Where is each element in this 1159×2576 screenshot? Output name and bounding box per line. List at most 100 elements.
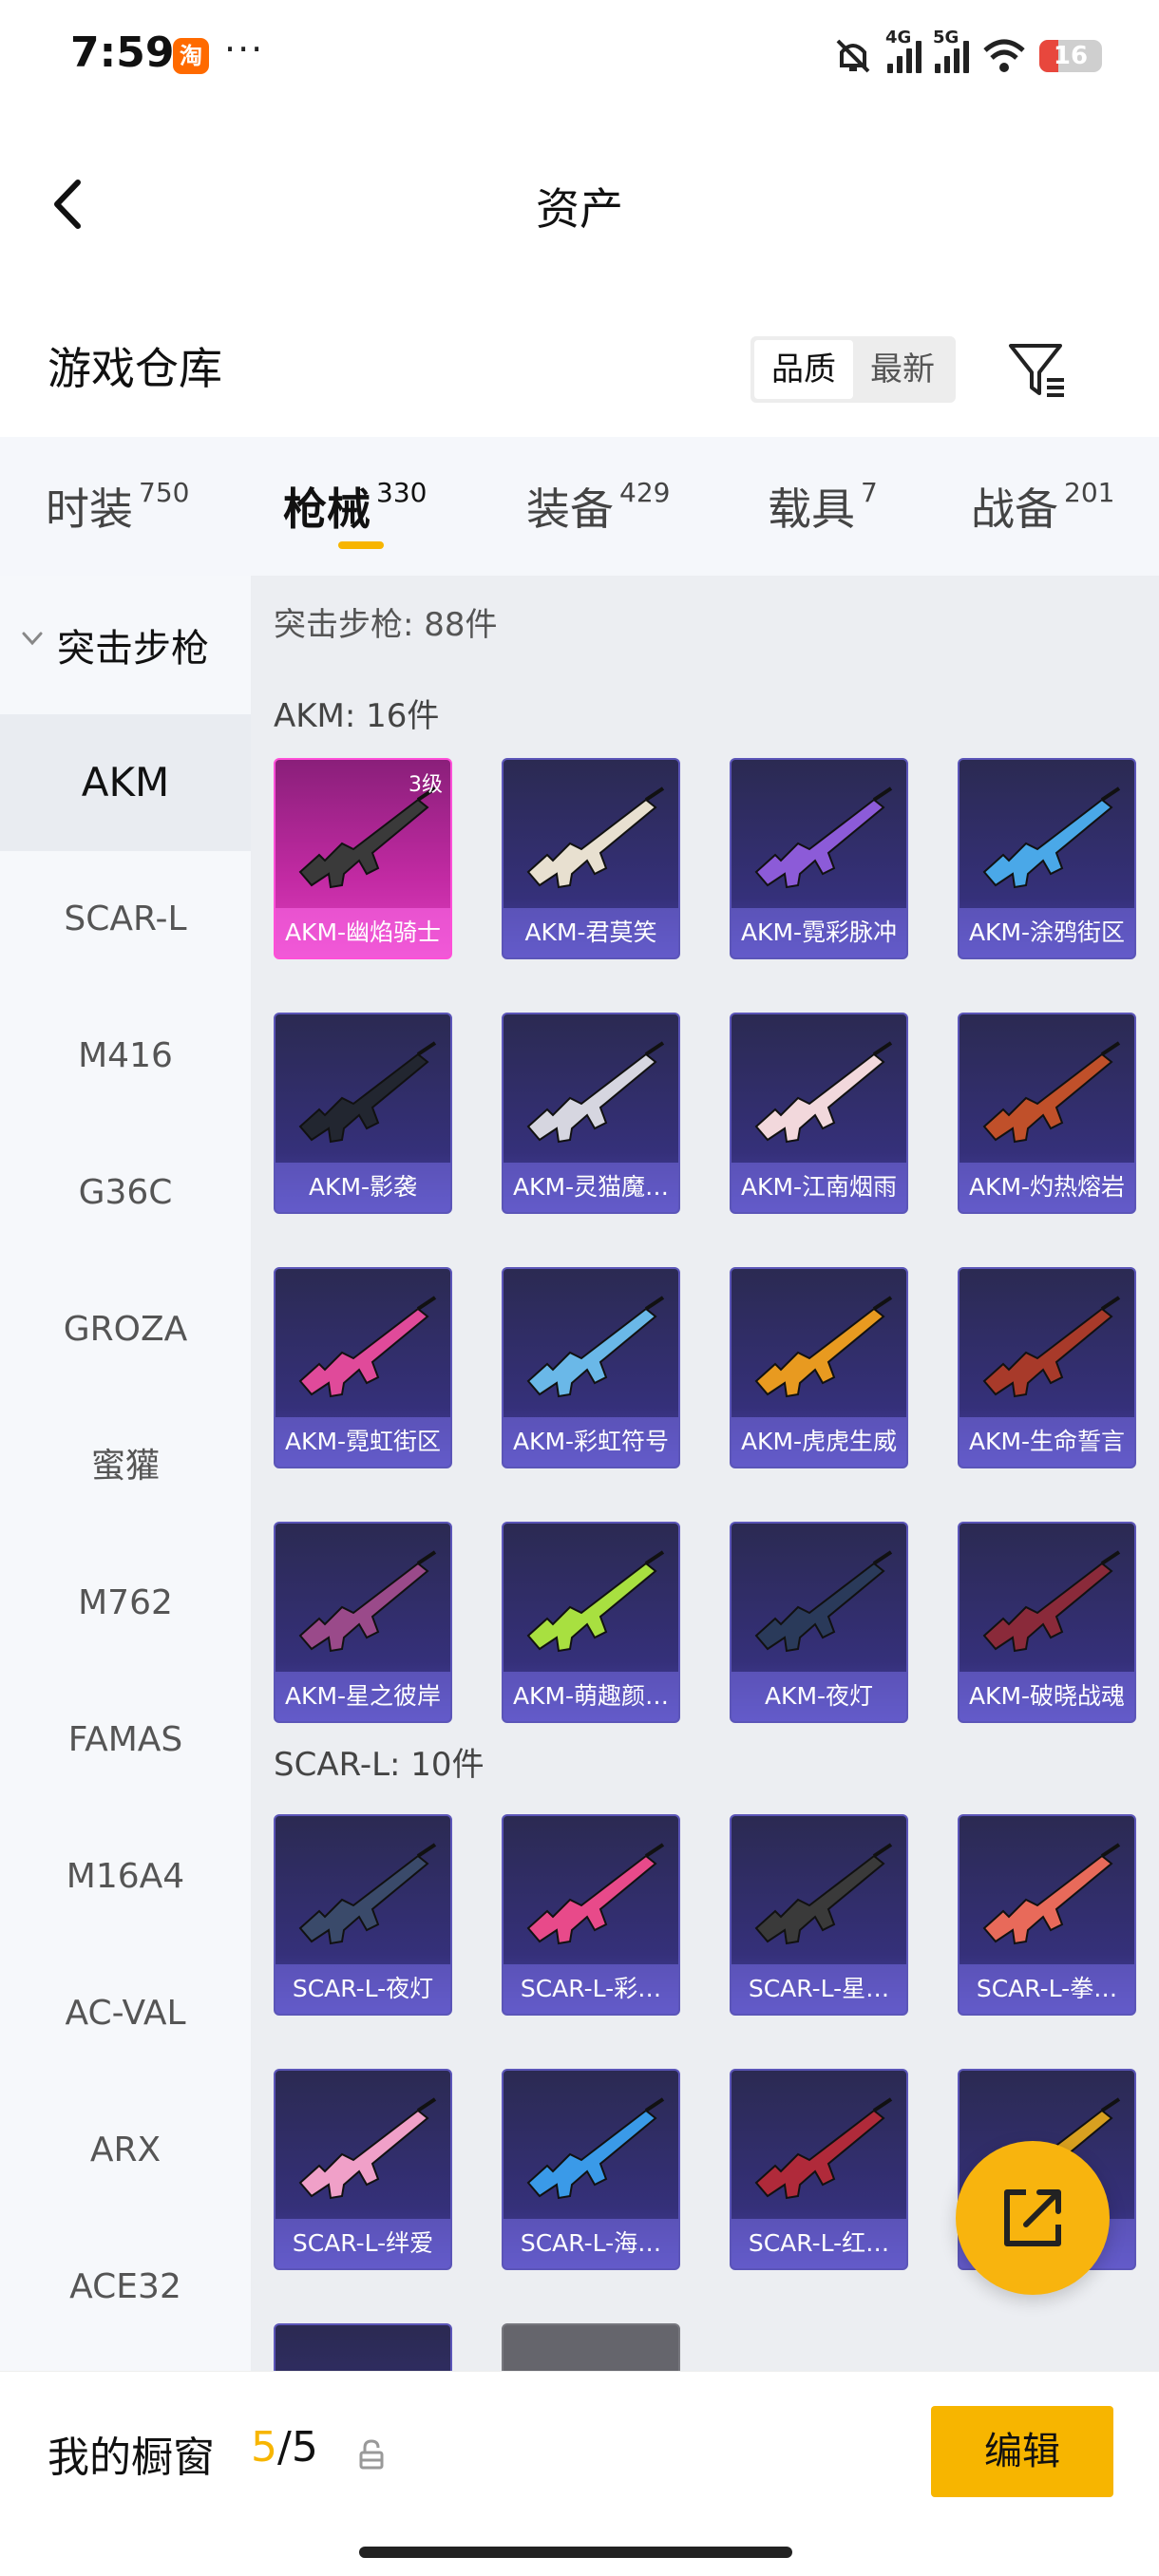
tab-firearms[interactable]: 枪械 330 [283,475,427,551]
tab-fashion[interactable]: 时装 750 [46,475,189,551]
skin-name: AKM-君莫笑 [504,908,678,957]
showcase-count: 5/5 [251,2423,318,2472]
skin-card[interactable]: SCAR-L-星… [730,1814,908,2016]
rifle-icon [754,1843,893,1945]
skin-name: SCAR-L-红… [732,2219,906,2268]
rifle-icon [526,2097,665,2200]
active-tab-indicator [338,541,384,549]
group-header: SCAR-L: 10件 [274,1746,484,1784]
skin-card[interactable]: SCAR-L-绊爱 [274,2069,452,2270]
skin-name: AKM-彩虹符号 [504,1417,678,1467]
filter-icon [1009,344,1064,397]
sort-quality-button[interactable]: 品质 [754,340,853,399]
skin-name: AKM-萌趣颜… [504,1672,678,1721]
skin-name: SCAR-L-彩… [504,1964,678,2014]
skin-card[interactable]: AKM-君莫笑 [502,758,680,959]
skin-card[interactable]: AKM-虎虎生威 [730,1267,908,1468]
sidebar-item[interactable]: ARX [0,2082,251,2219]
skin-card[interactable]: SCAR-L-海… [502,2069,680,2270]
skin-card[interactable]: 3级 AKM-幽焰骑士 [274,758,452,959]
skin-card[interactable]: AKM-夜灯 [730,1522,908,1723]
rifle-icon [298,1296,437,1398]
share-fab[interactable] [956,2141,1110,2295]
group-header: AKM: 16件 [274,697,440,735]
nav-bar: 资产 [0,142,1159,266]
rifle-icon [982,1041,1121,1144]
rifle-icon [982,1296,1121,1398]
skin-card[interactable] [274,2323,452,2371]
skin-name: AKM-霓彩脉冲 [732,908,906,957]
skin-name: AKM-霓虹街区 [276,1417,450,1467]
sort-toggle: 品质 最新 [750,336,956,403]
category-tabs: 时装 750 枪械 330 装备 429 载具 7 战备 201 [0,437,1159,576]
sidebar-item[interactable]: ACE32 [0,2219,251,2356]
rifle-icon [526,786,665,889]
wifi-icon [983,39,1025,72]
battery-level: 16 [1053,42,1089,70]
tab-supplies[interactable]: 战备 201 [971,475,1114,551]
skin-name: SCAR-L-夜灯 [276,1964,450,2014]
rifle-icon [754,786,893,889]
content-summary: 突击步枪: 88件 [274,606,498,644]
skin-card[interactable]: AKM-灵猫魔… [502,1013,680,1214]
skin-name: AKM-星之彼岸 [276,1672,450,1721]
skin-card[interactable]: AKM-影袭 [274,1013,452,1214]
skin-name: SCAR-L-绊爱 [276,2219,450,2268]
skin-card[interactable]: AKM-涂鸦街区 [958,758,1136,959]
skin-name: AKM-幽焰骑士 [276,908,450,957]
lock-icon [359,2439,384,2470]
skin-name: AKM-涂鸦街区 [960,908,1134,957]
skin-card[interactable]: AKM-萌趣颜… [502,1522,680,1723]
skin-card[interactable]: SCAR-L-拳… [958,1814,1136,2016]
skin-grid-panel: 突击步枪: 88件 AKM: 16件 3级 AKM-幽焰骑士 AKM-君莫笑 AKM-霓… [251,576,1159,2371]
skin-card[interactable]: AKM-星之彼岸 [274,1522,452,1723]
skin-card[interactable]: AKM-彩虹符号 [502,1267,680,1468]
rifle-icon [754,1296,893,1398]
skin-name: SCAR-L-拳… [960,1964,1134,2014]
skin-card[interactable]: AKM-霓虹街区 [274,1267,452,1468]
rifle-icon [754,1550,893,1653]
external-link-icon [1004,2189,1061,2246]
skin-level-badge: 3级 [408,773,443,797]
skin-name: AKM-江南烟雨 [732,1163,906,1212]
more-notifications-icon: ··· [224,28,265,70]
weapon-sidebar: 突击步枪 AKM SCAR-L M416 G36C GROZA 蜜獾 M762 FAMAS M1… [0,576,251,2371]
skin-card[interactable]: AKM-灼热熔岩 [958,1013,1136,1214]
skin-name: AKM-虎虎生威 [732,1417,906,1467]
sidebar-item[interactable]: AKM [0,714,251,851]
sidebar-item[interactable]: G36C [0,1125,251,1261]
sidebar-item[interactable]: 蜜獾 [0,1398,251,1535]
taobao-app-icon: 淘 [173,38,209,74]
skin-card[interactable]: SCAR-L-彩… [502,1814,680,2016]
skin-name: AKM-影袭 [276,1163,450,1212]
sidebar-item[interactable]: AC-VAL [0,1945,251,2082]
filter-button[interactable] [1003,336,1070,403]
home-indicator [359,2547,792,2558]
sidebar-category-label: 突击步枪 [57,627,209,671]
showcase-bar: 我的橱窗 5/5 编辑 [0,2371,1159,2576]
sidebar-item[interactable]: GROZA [0,1261,251,1398]
edit-button[interactable]: 编辑 [931,2406,1113,2497]
sidebar-item[interactable]: M416 [0,988,251,1125]
skin-card[interactable]: SCAR-L-红… [730,2069,908,2270]
rifle-icon [526,1550,665,1653]
rifle-icon [298,1550,437,1653]
skin-card[interactable]: AKM-江南烟雨 [730,1013,908,1214]
sidebar-item[interactable]: M16A4 [0,1809,251,1945]
rifle-icon [298,1843,437,1945]
rifle-icon [982,1843,1121,1945]
skin-card[interactable]: SCAR-L-夜灯 [274,1814,452,2016]
sidebar-item[interactable]: M762 [0,1535,251,1672]
sidebar-item[interactable]: FAMAS [0,1672,251,1809]
skin-card[interactable]: AKM-生命誓言 [958,1267,1136,1468]
sidebar-category-assault-rifle[interactable]: 突击步枪 [0,576,251,714]
skin-card[interactable]: AKM-破晓战魂 [958,1522,1136,1723]
skin-card[interactable] [502,2323,680,2371]
sidebar-item[interactable]: SCAR-L [0,851,251,988]
sort-latest-button[interactable]: 最新 [853,340,952,399]
tab-vehicles[interactable]: 载具 7 [768,475,878,551]
skin-card[interactable]: AKM-霓彩脉冲 [730,758,908,959]
rifle-icon [526,1296,665,1398]
rifle-icon [754,1041,893,1144]
tab-equipment[interactable]: 装备 429 [526,475,670,551]
